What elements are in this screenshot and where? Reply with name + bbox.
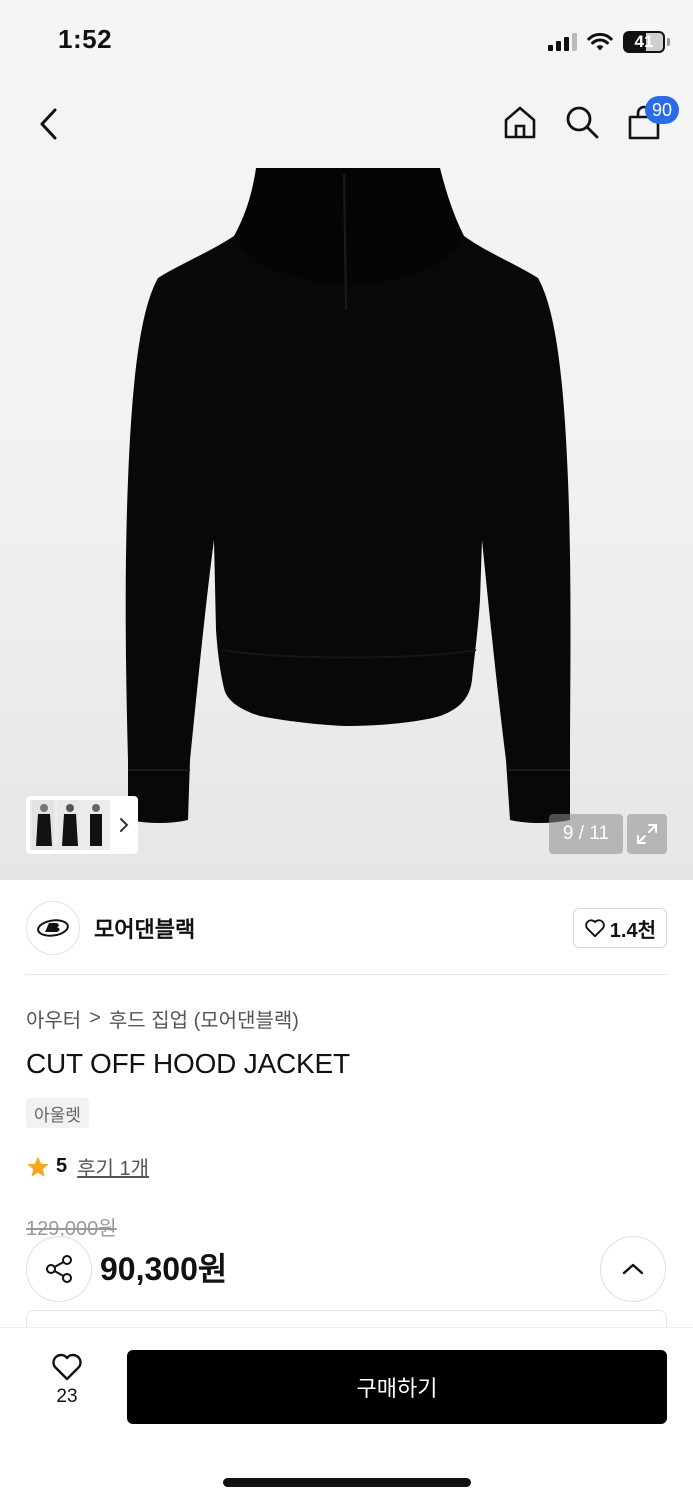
header-actions: 90 <box>501 96 679 142</box>
thumbnail-images <box>30 800 110 850</box>
brand-row[interactable]: 모어댄블랙 1.4천 <box>26 900 667 956</box>
reviews-link[interactable]: 후기 1개 <box>77 1152 149 1181</box>
chevron-left-icon <box>40 108 57 140</box>
star-icon <box>27 1156 49 1177</box>
buy-button[interactable]: 구매하기 <box>127 1350 667 1424</box>
brand-logo-mark <box>37 919 69 937</box>
search-icon <box>566 106 599 139</box>
expand-icon <box>637 824 657 844</box>
brand-name[interactable]: 모어댄블랙 <box>94 912 195 944</box>
status-time: 1:52 <box>58 24 113 54</box>
outlet-badge: 아울렛 <box>26 1098 89 1128</box>
heart-icon <box>585 919 605 938</box>
wifi-icon <box>587 32 613 52</box>
cart-button[interactable]: 90 <box>625 96 679 142</box>
brand-logo[interactable] <box>26 901 80 955</box>
scroll-to-top-button[interactable] <box>600 1236 666 1302</box>
cellular-signal-icon <box>548 33 577 51</box>
product-image[interactable] <box>0 160 693 840</box>
share-icon <box>46 1255 72 1283</box>
home-indicator <box>223 1478 471 1487</box>
back-button[interactable] <box>30 104 66 144</box>
home-icon <box>504 106 536 139</box>
battery-level: 41 <box>634 32 654 51</box>
wishlist-button[interactable]: 23 <box>40 1352 94 1408</box>
thumbnail-strip[interactable] <box>26 796 138 854</box>
image-counter: 9 / 11 <box>549 814 623 854</box>
heart-icon <box>52 1353 82 1381</box>
rating-summary: 5 후기 1개 <box>26 1152 149 1181</box>
original-price: 129,000원 <box>26 1218 117 1240</box>
breadcrumb-separator: > <box>89 1007 101 1029</box>
chevron-right-icon <box>120 818 129 832</box>
home-button[interactable] <box>501 102 539 142</box>
divider <box>26 974 667 975</box>
cart-count-badge: 90 <box>645 96 679 124</box>
rating-score: 5 <box>56 1155 68 1177</box>
breadcrumb-subcategory[interactable]: 후드 집업 (모어댄블랙) <box>109 1004 299 1033</box>
search-button[interactable] <box>563 102 601 142</box>
bottom-action-bar: 23 구매하기 <box>0 1328 693 1500</box>
sale-price: 90,300원 <box>100 1251 228 1287</box>
chevron-up-icon <box>622 1263 644 1275</box>
product-image-gallery[interactable]: 1:52 41 90 9 / 11 <box>0 0 693 880</box>
wishlist-count: 23 <box>56 1386 78 1407</box>
breadcrumb-category[interactable]: 아우터 <box>26 1004 81 1033</box>
share-button[interactable] <box>26 1236 92 1302</box>
next-section-card <box>26 1310 667 1330</box>
breadcrumb: 아우터 > 후드 집업 (모어댄블랙) <box>26 1004 299 1033</box>
fullscreen-button[interactable] <box>627 814 667 854</box>
product-title: CUT OFF HOOD JACKET <box>26 1048 350 1079</box>
battery-icon: 41 <box>623 31 670 53</box>
status-icons: 41 <box>548 28 670 56</box>
brand-like-button[interactable]: 1.4천 <box>572 908 667 948</box>
brand-like-count: 1.4천 <box>609 919 656 942</box>
